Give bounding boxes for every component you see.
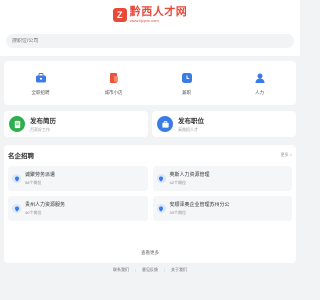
logo-mark: Z — [112, 8, 127, 22]
location-pin-icon — [156, 204, 166, 213]
location-pin-icon — [12, 204, 21, 213]
see-more-button[interactable]: 查看更多 — [4, 250, 296, 256]
nav-label: 人力 — [255, 89, 264, 95]
publish-job-card[interactable]: 发布职位 高效招人才 — [152, 111, 296, 137]
job-post-icon — [157, 116, 173, 132]
publish-job-title: 发布职位 — [178, 118, 204, 125]
nav-item-hr[interactable]: 人力 — [223, 61, 296, 105]
more-link[interactable]: 更多 > — [281, 152, 292, 158]
job-count: 58个岗位 — [25, 180, 42, 185]
publish-row: 发布简历 百家好工作 发布职位 高效招人才 — [4, 111, 296, 137]
resume-icon — [9, 116, 25, 132]
location-pin-icon — [156, 174, 166, 183]
nav-item-fulltime[interactable]: 全职招聘 — [4, 61, 77, 105]
company-card[interactable]: 诚聚劳务派遣 58个岗位 — [8, 166, 148, 191]
job-count: 40个岗位 — [25, 210, 42, 215]
person-icon — [253, 71, 267, 85]
clock-icon — [180, 71, 194, 85]
footer-link-contact[interactable]: 联系我们 — [113, 267, 129, 273]
nav-label: 全职招聘 — [31, 89, 50, 95]
publish-resume-title: 发布简历 — [30, 118, 56, 125]
shop-icon — [107, 71, 121, 85]
search-input[interactable] — [12, 38, 288, 44]
company-card[interactable]: 贵州人力资源服务 40个岗位 — [8, 196, 148, 221]
footer: 联系我们 | 意见反馈 | 关于我们 — [0, 267, 300, 273]
briefcase-icon — [34, 71, 48, 85]
nav-label: 城市小店 — [104, 89, 123, 95]
company-card[interactable]: 安顺泽奥企业管理苏州分公 33个岗位 — [152, 196, 292, 221]
nav-item-shop[interactable]: 城市小店 — [77, 61, 150, 105]
footer-link-feedback[interactable]: 意见反馈 — [142, 267, 158, 273]
quick-nav: 全职招聘 城市小店 兼职 人力 — [4, 61, 296, 105]
publish-resume-card[interactable]: 发布简历 百家好工作 — [4, 111, 148, 137]
divider: | — [134, 267, 136, 272]
footer-link-about[interactable]: 关于我们 — [171, 267, 187, 273]
divider: | — [164, 267, 166, 272]
search-bar — [0, 30, 300, 56]
search-box[interactable] — [6, 34, 294, 48]
logo-url: www.bjqxrc.com — [129, 18, 159, 23]
featured-companies: 名企招聘 更多 > 诚聚劳务派遣 58个岗位 英斯人力资源管理 42个岗位 贵州人力… — [4, 145, 296, 263]
company-list: 诚聚劳务派遣 58个岗位 英斯人力资源管理 42个岗位 贵州人力资源服务 40个岗位 … — [8, 166, 292, 221]
publish-resume-subtitle: 百家好工作 — [30, 127, 50, 132]
company-name: 英斯人力资源管理 — [169, 172, 210, 178]
header: Z 黔西人才网 www.bjqxrc.com — [0, 0, 300, 30]
company-name: 贵州人力资源服务 — [25, 202, 66, 208]
site-logo[interactable]: Z 黔西人才网 www.bjqxrc.com — [112, 6, 188, 23]
job-count: 42个岗位 — [169, 180, 186, 185]
section-title: 名企招聘 — [8, 153, 34, 160]
company-name: 诚聚劳务派遣 — [25, 172, 56, 178]
company-card[interactable]: 英斯人力资源管理 42个岗位 — [152, 166, 292, 191]
job-count: 33个岗位 — [169, 210, 186, 215]
company-name: 安顺泽奥企业管理苏州分公 — [169, 202, 230, 208]
logo-name: 黔西人才网 — [129, 6, 188, 18]
nav-item-parttime[interactable]: 兼职 — [150, 61, 223, 105]
nav-label: 兼职 — [182, 89, 191, 95]
location-pin-icon — [12, 174, 21, 183]
publish-job-subtitle: 高效招人才 — [178, 127, 198, 132]
page: Z 黔西人才网 www.bjqxrc.com 全职招聘 城市小店 — [0, 0, 300, 300]
